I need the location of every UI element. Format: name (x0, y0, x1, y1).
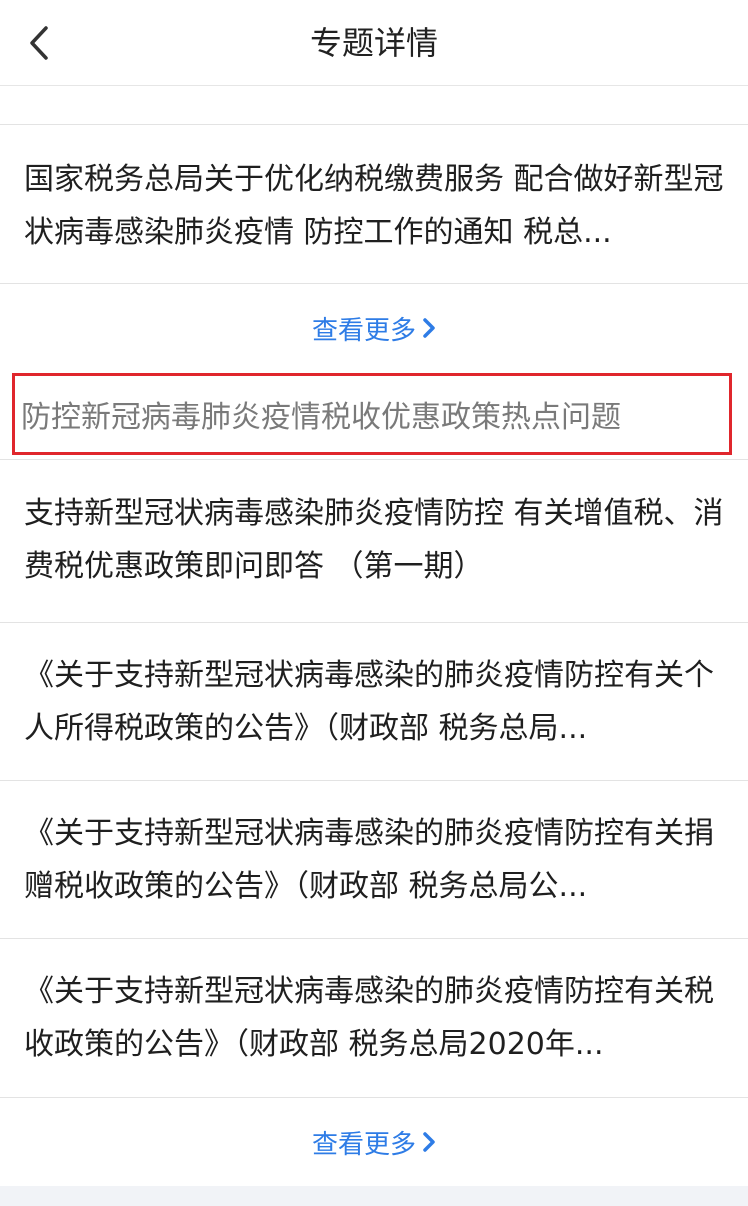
section-header-title: 防控新冠病毒肺炎疫情税收优惠政策热点问题 (21, 400, 621, 435)
divider (0, 459, 748, 460)
chevron-right-icon (422, 1131, 436, 1153)
view-more-label: 查看更多 (311, 1129, 416, 1160)
list-item[interactable]: 国家税务总局关于优化纳税缴费服务 配合做好新型冠状病毒感染肺炎疫情 防控工作的通… (0, 153, 748, 259)
page: 专题详情 国家税务总局关于优化纳税缴费服务 配合做好新型冠状病毒感染肺炎疫情 防… (0, 0, 748, 1206)
back-button[interactable] (14, 18, 64, 68)
bottom-spacer (0, 1186, 748, 1206)
divider (0, 780, 748, 781)
view-more-link[interactable]: 查看更多 (0, 1112, 748, 1172)
list-item[interactable]: 《关于支持新型冠状病毒感染的肺炎疫情防控有关税收政策的公告》（财政部 税务总局2… (0, 965, 748, 1071)
page-title: 专题详情 (309, 24, 438, 62)
divider (0, 622, 748, 623)
list-item[interactable]: 支持新型冠状病毒感染肺炎疫情防控 有关增值税、消费税优惠政策即问即答 （第一期） (0, 487, 748, 593)
divider (0, 124, 748, 125)
divider (0, 938, 748, 939)
list-item-title: 《关于支持新型冠状病毒感染的肺炎疫情防控有关个人所得税政策的公告》（财政部 税务… (24, 658, 714, 746)
view-more-label: 查看更多 (311, 315, 416, 346)
navbar: 专题详情 (0, 0, 748, 86)
section-header-highlighted[interactable]: 防控新冠病毒肺炎疫情税收优惠政策热点问题 (12, 373, 732, 455)
list-item[interactable]: 《关于支持新型冠状病毒感染的肺炎疫情防控有关个人所得税政策的公告》（财政部 税务… (0, 649, 748, 755)
list-item-title: 《关于支持新型冠状病毒感染的肺炎疫情防控有关捐赠税收政策的公告》（财政部 税务总… (24, 816, 714, 904)
list-item-title: 支持新型冠状病毒感染肺炎疫情防控 有关增值税、消费税优惠政策即问即答 （第一期） (24, 496, 724, 584)
divider (0, 283, 748, 284)
list-item-title: 《关于支持新型冠状病毒感染的肺炎疫情防控有关税收政策的公告》（财政部 税务总局2… (24, 974, 714, 1062)
divider (0, 1097, 748, 1098)
view-more-link[interactable]: 查看更多 (0, 298, 748, 358)
chevron-left-icon (30, 26, 48, 60)
list-item[interactable]: 《关于支持新型冠状病毒感染的肺炎疫情防控有关捐赠税收政策的公告》（财政部 税务总… (0, 807, 748, 913)
list-item-title: 国家税务总局关于优化纳税缴费服务 配合做好新型冠状病毒感染肺炎疫情 防控工作的通… (24, 162, 724, 250)
chevron-right-icon (422, 317, 436, 339)
